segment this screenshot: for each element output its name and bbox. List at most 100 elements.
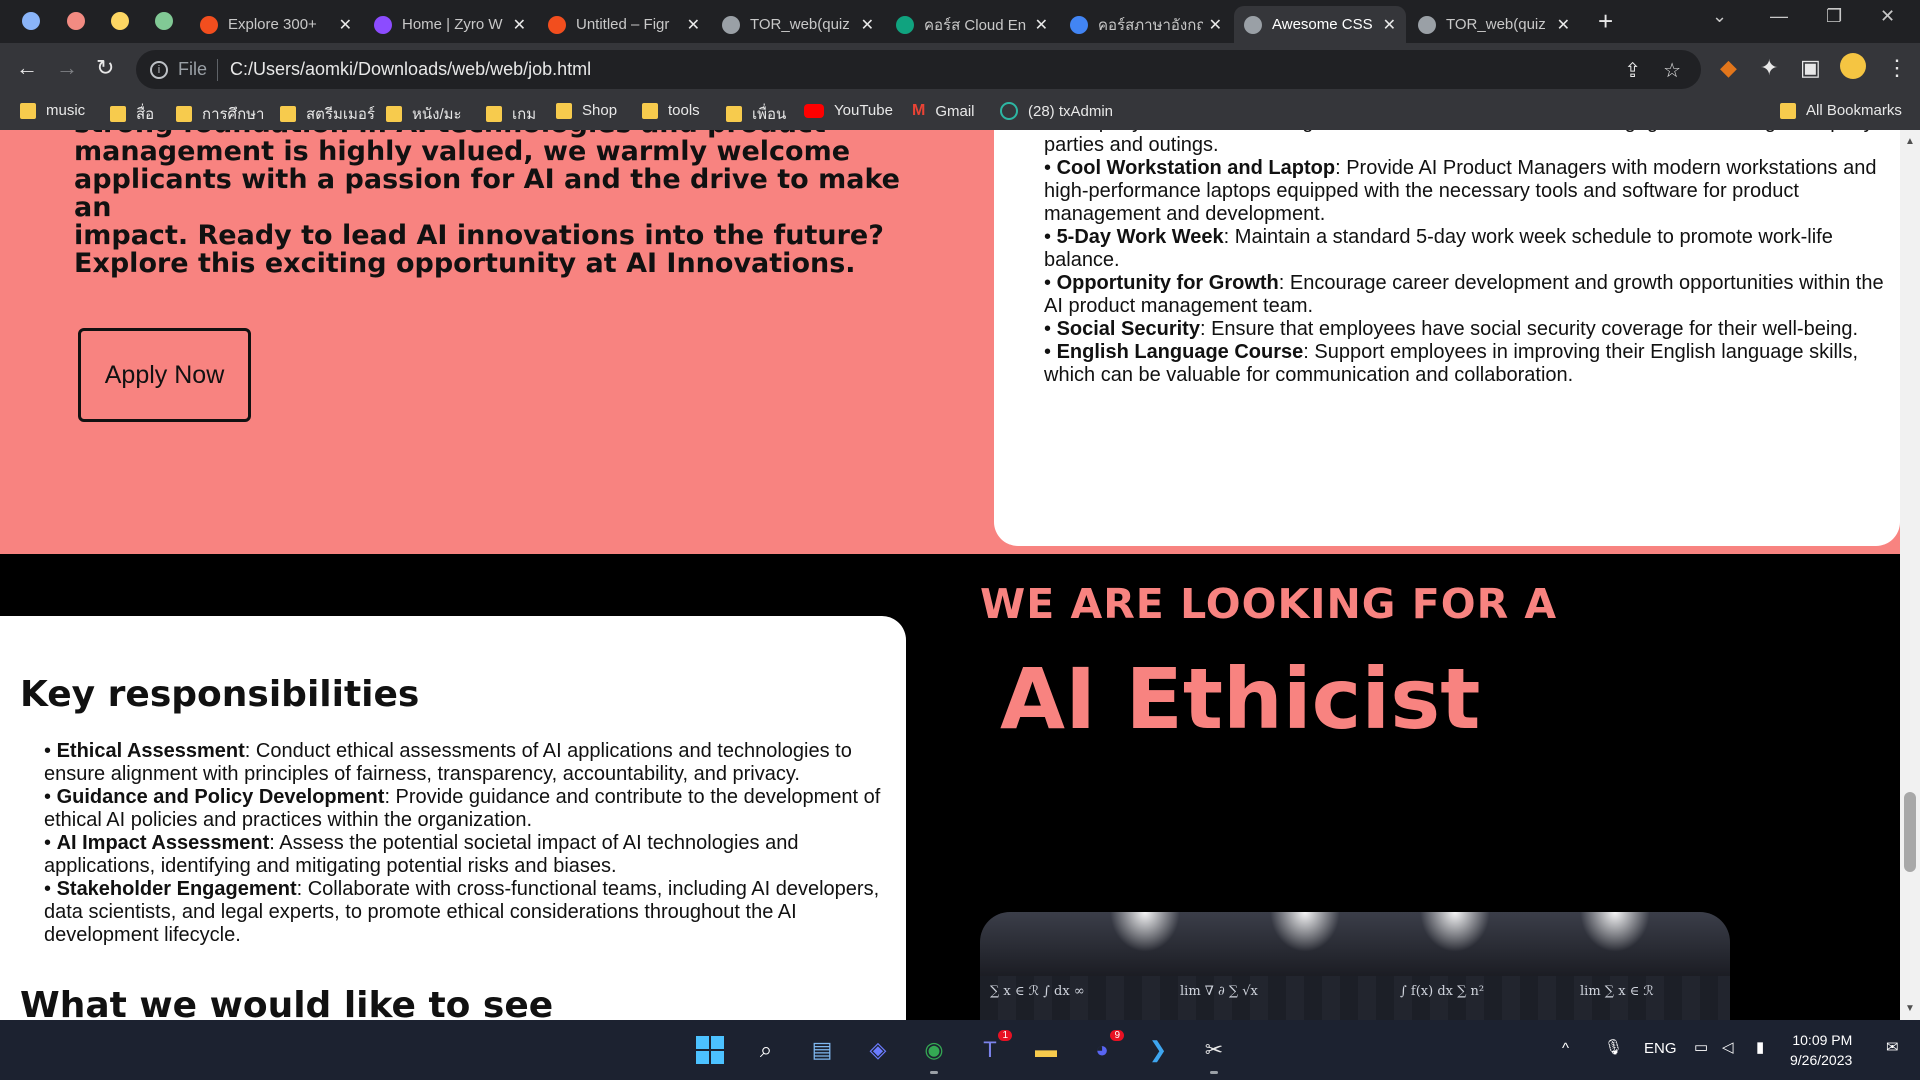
all-bookmarks-label: All Bookmarks: [1806, 102, 1902, 119]
browser-tab[interactable]: TOR_web(quiz ✕: [1408, 6, 1580, 43]
extensions-puzzle-icon[interactable]: ✦: [1760, 55, 1778, 81]
tab-search-icon[interactable]: ⌄: [1712, 6, 1727, 27]
bookmark-txadmin[interactable]: (28) txAdmin: [1000, 102, 1113, 120]
clock-date: 9/26/2023: [1790, 1052, 1853, 1068]
clock[interactable]: 10:09 PM 9/26/2023: [1790, 1030, 1852, 1070]
tab-label: Awesome CSS: [1272, 16, 1373, 33]
list-item-title: Social Security: [1056, 318, 1200, 340]
notifications-icon[interactable]: ✉: [1886, 1038, 1899, 1056]
tab-favicon-icon: [374, 15, 392, 34]
bookmark-folder[interactable]: การศึกษา: [176, 102, 264, 126]
bookmark-folder[interactable]: หนัง/มะ: [386, 102, 462, 126]
tab-label: Untitled – Figr: [576, 16, 670, 33]
list-item-title: Cool Workstation and Laptop: [1056, 157, 1336, 179]
bookmark-label: เพื่อน: [752, 106, 787, 123]
browser-tab[interactable]: TOR_web(quiz ✕: [712, 6, 884, 43]
chrome-icon[interactable]: ◉: [918, 1034, 950, 1074]
browser-tab[interactable]: Awesome CSS ✕: [1234, 6, 1406, 43]
tab-close-icon[interactable]: ✕: [339, 15, 352, 35]
tab-close-icon[interactable]: ✕: [687, 15, 700, 35]
start-button[interactable]: [694, 1034, 726, 1066]
new-tab-button[interactable]: +: [1598, 6, 1613, 37]
folder-icon: [556, 102, 572, 119]
browser-tab[interactable]: คอร์สภาษาอังกฤ ✕: [1060, 6, 1232, 43]
bookmark-folder[interactable]: เกม: [486, 102, 536, 126]
youtube-icon: [804, 103, 824, 118]
bookmark-folder[interactable]: เพื่อน: [726, 102, 786, 126]
battery-icon[interactable]: ▮: [1756, 1038, 1764, 1056]
profile-dot-blue-icon[interactable]: [22, 12, 40, 30]
language-indicator[interactable]: ENG: [1644, 1040, 1677, 1057]
site-info-icon[interactable]: i: [150, 60, 168, 79]
profile-avatar[interactable]: [1840, 53, 1866, 79]
list-item-title: Ethical Assessment: [56, 740, 245, 762]
page-scrollbar[interactable]: ▲ ▼: [1900, 130, 1920, 1020]
apply-now-button[interactable]: Apply Now: [78, 328, 251, 422]
tray-chevron-icon[interactable]: ^: [1562, 1040, 1569, 1057]
tab-close-icon[interactable]: ✕: [1557, 15, 1570, 35]
profile-dot-red-icon[interactable]: [67, 12, 85, 30]
all-bookmarks-folder[interactable]: All Bookmarks: [1780, 102, 1902, 119]
bookmark-label: การศึกษา: [202, 106, 265, 123]
network-icon[interactable]: ▭: [1694, 1038, 1708, 1056]
tab-bar: Explore 300+ ✕ Home | Zyro W ✕ Untitled – Fi…: [0, 0, 1920, 43]
address-url[interactable]: C:/Users/aomki/Downloads/web/web/job.htm…: [230, 59, 591, 80]
bookmark-folder[interactable]: tools: [642, 102, 700, 119]
profile-dot-yellow-icon[interactable]: [111, 12, 129, 30]
side-panel-icon[interactable]: ▣: [1800, 55, 1821, 81]
teams-icon[interactable]: T1: [974, 1030, 1012, 1066]
browser-tab[interactable]: Home | Zyro W ✕: [364, 6, 536, 43]
folder-icon: [486, 106, 502, 122]
clock-time: 10:09 PM: [1792, 1032, 1853, 1048]
browser-tab[interactable]: Explore 300+ ✕: [190, 6, 362, 43]
scroll-up-icon[interactable]: ▲: [1905, 136, 1915, 147]
share-icon[interactable]: ⇪: [1624, 58, 1641, 83]
intro-line: applicants with a passion for AI and the…: [74, 164, 900, 223]
folder-icon: [386, 106, 402, 122]
address-bar[interactable]: i File C:/Users/aomki/Downloads/web/web/…: [136, 50, 1701, 89]
forward-icon[interactable]: →: [56, 55, 78, 81]
bookmark-star-icon[interactable]: ☆: [1663, 58, 1681, 83]
tab-close-icon[interactable]: ✕: [513, 15, 526, 35]
tab-close-icon[interactable]: ✕: [861, 15, 874, 35]
bookmark-folder[interactable]: สตรีมเมอร์: [280, 102, 375, 126]
file-explorer-icon[interactable]: ▬: [1030, 1034, 1062, 1066]
metamask-extension-icon[interactable]: ◆: [1720, 55, 1737, 81]
microphone-icon[interactable]: 🎙: [1604, 1038, 1623, 1056]
bookmark-folder[interactable]: Shop: [556, 102, 617, 119]
reload-icon[interactable]: ↻: [96, 55, 114, 81]
list-item: • Ethical Assessment: Conduct ethical as…: [44, 740, 852, 785]
browser-tab[interactable]: คอร์ส Cloud En ✕: [886, 6, 1058, 43]
bookmark-folder[interactable]: music: [20, 102, 85, 119]
scroll-down-icon[interactable]: ▼: [1905, 1003, 1915, 1014]
bookmark-folder[interactable]: สื่อ: [110, 102, 154, 126]
search-icon[interactable]: ⌕: [750, 1034, 782, 1066]
snipping-tool-icon[interactable]: ✂: [1198, 1034, 1230, 1074]
browser-tab[interactable]: Untitled – Figr ✕: [538, 6, 710, 43]
bookmark-label: tools: [668, 102, 700, 119]
what-we-would-like-heading: What we would like to see: [20, 985, 554, 1020]
close-window-button[interactable]: ✕: [1880, 6, 1895, 27]
tab-label: Home | Zyro W: [402, 16, 503, 33]
tab-favicon-icon: [1070, 15, 1088, 34]
tab-close-icon[interactable]: ✕: [1035, 15, 1048, 35]
bookmark-youtube[interactable]: YouTube: [804, 102, 893, 119]
list-item: • AI Impact Assessment: Assess the poten…: [44, 832, 799, 877]
looking-for-heading: WE ARE LOOKING FOR A: [980, 580, 1558, 628]
volume-icon[interactable]: ◁: [1722, 1038, 1734, 1056]
vscode-icon[interactable]: ❯: [1142, 1034, 1174, 1066]
scrollbar-thumb[interactable]: [1904, 792, 1916, 872]
back-icon[interactable]: ←: [16, 55, 38, 81]
discord-icon[interactable]: ◕ 9: [1086, 1030, 1124, 1066]
tab-close-icon[interactable]: ✕: [1383, 15, 1396, 35]
task-view-icon[interactable]: ▤: [806, 1034, 838, 1066]
minimize-button[interactable]: —: [1770, 6, 1788, 27]
bookmark-label: หนัง/มะ: [412, 106, 462, 123]
tab-close-icon[interactable]: ✕: [1209, 15, 1222, 35]
profile-dot-green-icon[interactable]: [155, 12, 173, 30]
browser-menu-icon[interactable]: ⋮: [1886, 55, 1908, 81]
bookmark-gmail[interactable]: M Gmail: [912, 102, 975, 120]
copilot-icon[interactable]: ◈: [862, 1034, 894, 1066]
list-item: • Stakeholder Engagement: Collaborate wi…: [44, 878, 880, 946]
restore-button[interactable]: ❐: [1826, 6, 1842, 27]
